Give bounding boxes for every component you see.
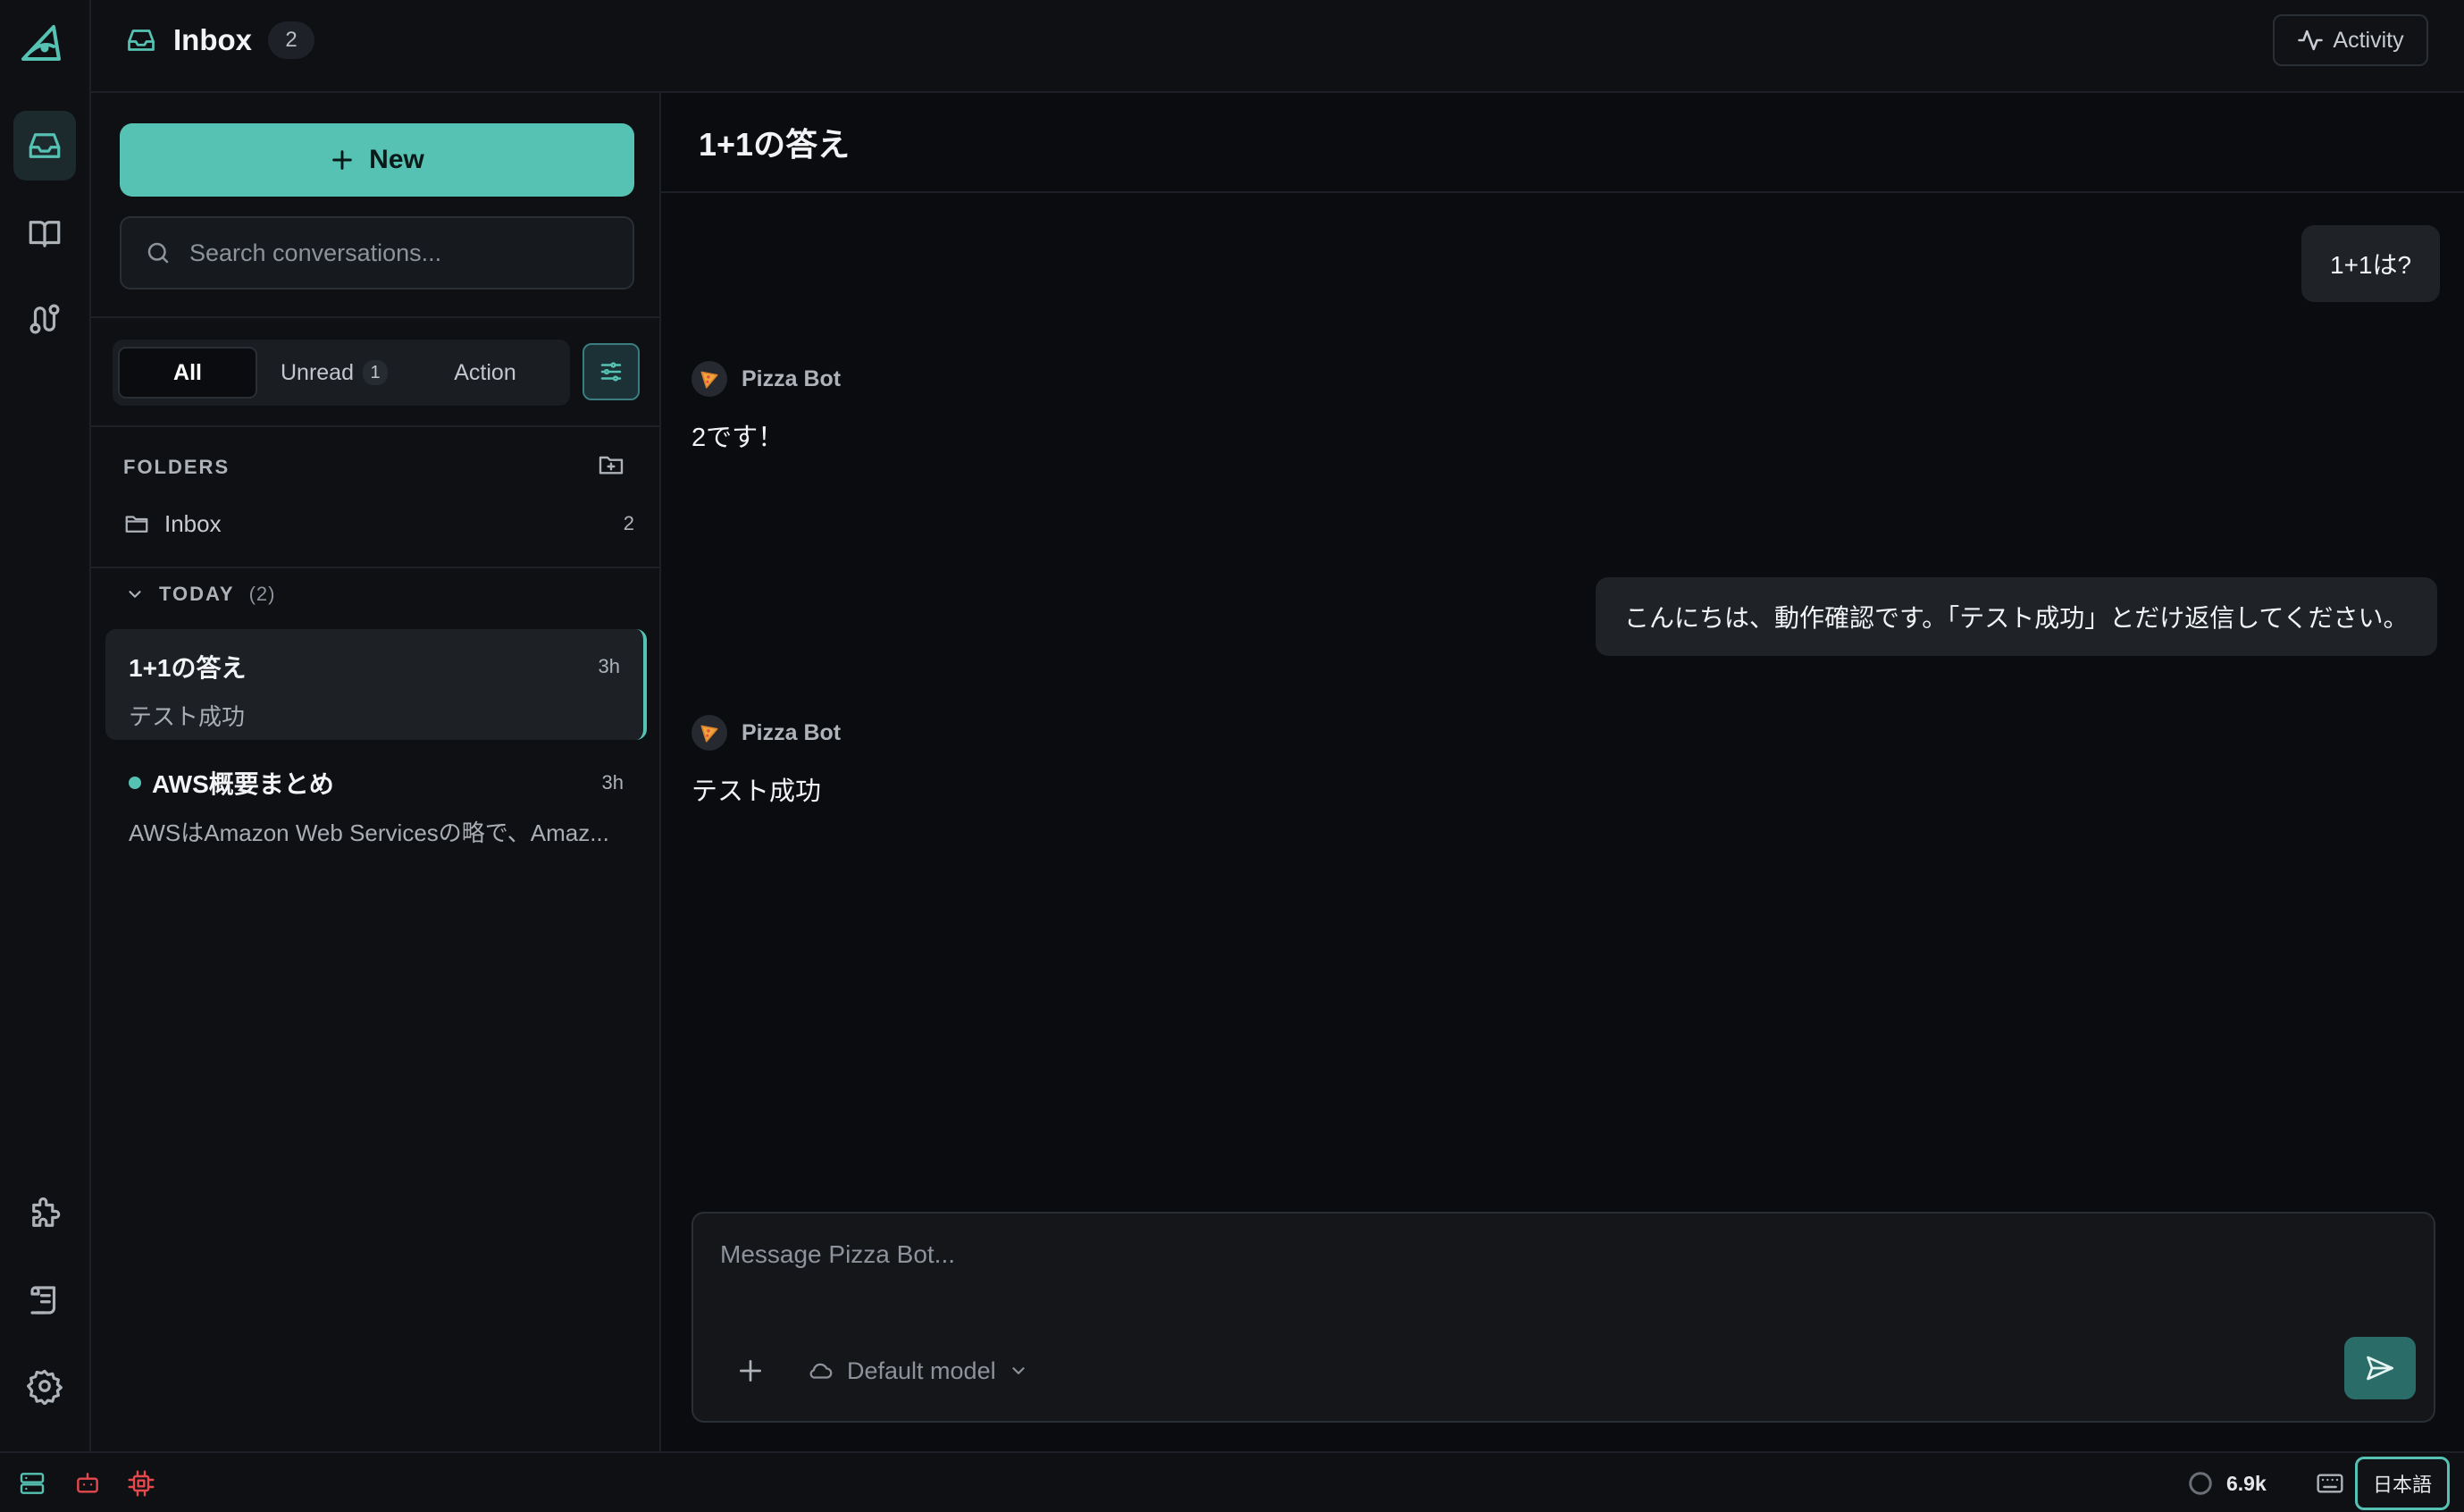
bot-name: Pizza Bot bbox=[742, 719, 842, 745]
folders-heading: FOLDERS bbox=[123, 456, 230, 478]
divider bbox=[91, 316, 659, 318]
rail-inbox-button[interactable] bbox=[13, 111, 76, 181]
bot-message-text: 2です！ bbox=[691, 424, 784, 452]
conversation-preview: テスト成功 bbox=[129, 703, 246, 730]
send-icon bbox=[2367, 1356, 2393, 1381]
chevron-down-icon bbox=[1011, 1367, 1025, 1374]
group-label: TODAY bbox=[159, 583, 235, 605]
search-box bbox=[120, 216, 634, 290]
bot-message-text: テスト成功 bbox=[691, 777, 822, 806]
inbox-icon bbox=[29, 133, 61, 158]
cloud-icon bbox=[809, 1363, 833, 1379]
conversation-item[interactable]: 1+1の答え 3h テスト成功 bbox=[105, 629, 647, 740]
attach-button[interactable] bbox=[731, 1351, 770, 1390]
chat-title: 1+1の答え bbox=[699, 126, 851, 163]
filter-tabs: All Unread 1 Action bbox=[113, 340, 570, 406]
rail-plugins-button[interactable] bbox=[13, 1180, 76, 1249]
folder-name: Inbox bbox=[164, 509, 222, 537]
user-message: 1+1は? bbox=[2301, 225, 2441, 302]
unread-dot bbox=[129, 777, 141, 789]
activity-button[interactable]: Activity bbox=[2273, 14, 2428, 66]
divider bbox=[91, 425, 659, 427]
inbox-icon bbox=[128, 29, 155, 51]
inbox-count-badge: 2 bbox=[268, 21, 314, 59]
token-usage[interactable]: 6.9k bbox=[2187, 1466, 2267, 1501]
conversation-title: AWS概要まとめ bbox=[152, 770, 334, 798]
gear-icon bbox=[27, 1369, 63, 1405]
bot-message-header: Pizza Bot bbox=[691, 715, 841, 751]
folder-count: 2 bbox=[623, 512, 634, 534]
app-root: Inbox 2 Activity New All Unread 1 bbox=[0, 0, 2464, 1512]
book-open-icon bbox=[29, 221, 61, 248]
rail-library-button[interactable] bbox=[13, 198, 76, 268]
pizza-avatar-icon bbox=[691, 715, 727, 751]
workflow-icon bbox=[29, 304, 60, 334]
search-icon bbox=[147, 242, 169, 264]
token-count: 6.9k bbox=[2226, 1471, 2267, 1495]
message-input[interactable] bbox=[720, 1240, 2328, 1294]
filter-tab-label: Unread bbox=[281, 359, 354, 385]
group-count: (2) bbox=[248, 583, 276, 605]
scroll-icon bbox=[30, 1286, 56, 1315]
filter-tab-action[interactable]: Action bbox=[411, 347, 559, 399]
activity-icon bbox=[2298, 29, 2324, 51]
bot-name: Pizza Bot bbox=[742, 365, 842, 391]
activity-label: Activity bbox=[2333, 27, 2404, 53]
folder-item-inbox[interactable]: Inbox 2 bbox=[123, 504, 634, 543]
chat-header: 1+1の答え bbox=[661, 93, 2464, 193]
bot-message-header: Pizza Bot bbox=[691, 361, 841, 397]
app-logo-icon[interactable] bbox=[18, 20, 64, 66]
plus-icon bbox=[740, 1360, 761, 1382]
filter-options-button[interactable] bbox=[582, 343, 640, 400]
divider bbox=[91, 567, 659, 568]
filter-tab-label: All bbox=[173, 359, 202, 385]
puzzle-icon bbox=[32, 1197, 61, 1227]
message-composer: Default model bbox=[691, 1212, 2435, 1423]
conversation-sidebar: New All Unread 1 Action FOLDERS bbox=[91, 93, 661, 1451]
model-select[interactable]: Default model bbox=[808, 1351, 1028, 1390]
plus-icon bbox=[332, 150, 352, 170]
new-conversation-label: New bbox=[369, 145, 424, 174]
send-button[interactable] bbox=[2344, 1337, 2416, 1399]
folder-icon bbox=[125, 516, 148, 533]
user-message: こんにちは、動作確認です。「テスト成功」とだけ返信してください。 bbox=[1596, 577, 2437, 656]
progress-ring-icon bbox=[2189, 1472, 2212, 1495]
rail-workflows-button[interactable] bbox=[13, 284, 76, 354]
cpu-icon[interactable] bbox=[127, 1469, 155, 1498]
sliders-icon bbox=[600, 362, 622, 382]
pizza-avatar-icon bbox=[691, 361, 727, 397]
new-folder-icon[interactable] bbox=[597, 450, 625, 479]
conversation-title: 1+1の答え bbox=[129, 654, 247, 682]
conversation-time: 3h bbox=[601, 771, 624, 794]
chat-panel: 1+1の答え 1+1は? Pizza Bot 2です！ こんにちは、動作確認です… bbox=[661, 93, 2464, 1451]
page-title: Inbox bbox=[173, 23, 252, 56]
search-input[interactable] bbox=[189, 239, 618, 267]
filter-tab-all[interactable]: All bbox=[118, 347, 257, 399]
conversation-item[interactable]: AWS概要まとめ 3h AWSはAmazon Web Servicesの略で、A… bbox=[105, 745, 647, 856]
status-bar: 6.9k 日本語 bbox=[0, 1451, 2464, 1512]
keyboard-icon[interactable] bbox=[2316, 1469, 2344, 1498]
top-bar: Inbox 2 Activity bbox=[91, 0, 2464, 93]
bot-icon[interactable] bbox=[73, 1469, 102, 1498]
model-label: Default model bbox=[847, 1357, 996, 1384]
new-conversation-button[interactable]: New bbox=[120, 123, 634, 197]
group-toggle-today[interactable]: TODAY (2) bbox=[125, 583, 275, 606]
rail-settings-button[interactable] bbox=[13, 1351, 76, 1421]
message-text: 1+1は? bbox=[2330, 251, 2412, 279]
conversation-time: 3h bbox=[598, 655, 620, 677]
conversation-preview: AWSはAmazon Web Servicesの略で、Amaz... bbox=[129, 819, 609, 846]
message-text: こんにちは、動作確認です。「テスト成功」とだけ返信してください。 bbox=[1624, 604, 2409, 632]
language-button[interactable]: 日本語 bbox=[2355, 1457, 2450, 1510]
nav-rail bbox=[0, 0, 91, 1451]
chevron-down-icon bbox=[129, 591, 141, 598]
page-title-group: Inbox 2 bbox=[125, 21, 314, 59]
filter-tab-unread[interactable]: Unread 1 bbox=[257, 347, 411, 399]
server-icon[interactable] bbox=[18, 1469, 46, 1498]
unread-count-badge: 1 bbox=[363, 360, 388, 385]
rail-logs-button[interactable] bbox=[13, 1265, 76, 1335]
filter-tab-label: Action bbox=[454, 359, 516, 385]
